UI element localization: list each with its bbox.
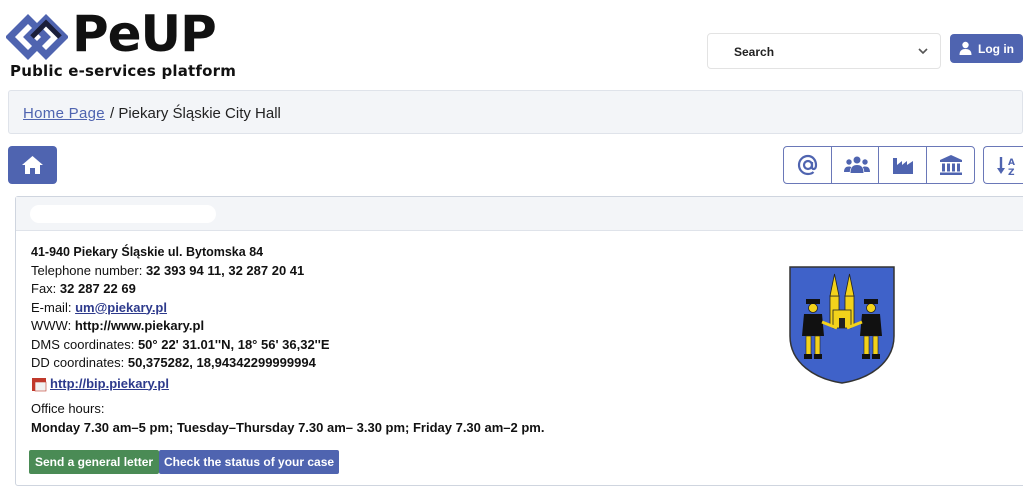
office-address: 41-940 Piekary Śląskie ul. Bytomska 84 xyxy=(31,245,264,259)
login-button[interactable]: Log in xyxy=(950,34,1023,63)
www-label: WWW: xyxy=(31,318,72,333)
header: PeUP Public e-services platform Search L… xyxy=(0,0,1023,85)
industry-filter-button[interactable] xyxy=(879,147,927,183)
dd-row: DD coordinates: 50,375282, 18,9434229999… xyxy=(31,354,544,373)
login-label: Log in xyxy=(978,42,1014,56)
user-icon xyxy=(959,41,972,55)
logo[interactable]: PeUP Public e-services platform xyxy=(6,5,246,82)
phone-label: Telephone number: xyxy=(31,262,143,278)
home-icon xyxy=(22,156,43,174)
panel-header xyxy=(16,197,1023,231)
hours-label: Office hours: xyxy=(31,401,105,416)
breadcrumb-current: / Piekary Śląskie City Hall xyxy=(110,105,281,122)
check-case-status-button[interactable]: Check the status of your case xyxy=(159,450,340,474)
fax-label: Fax: xyxy=(31,281,57,296)
dms-row: DMS coordinates: 50° 22' 31.01''N, 18° 5… xyxy=(31,336,544,355)
bip-link[interactable]: http://bip.piekary.pl xyxy=(50,375,169,394)
breadcrumb: Home Page / Piekary Śląskie City Hall xyxy=(8,90,1023,134)
breadcrumb-home-link[interactable]: Home Page xyxy=(23,105,105,122)
fax-row: Fax: 32 287 22 69 xyxy=(31,280,544,299)
email-link[interactable]: um@piekary.pl xyxy=(75,300,167,315)
email-row: E-mail: um@piekary.pl xyxy=(31,299,544,318)
at-icon xyxy=(797,154,818,176)
logo-title: PeUP xyxy=(72,5,217,63)
coat-of-arms xyxy=(789,266,895,384)
email-filter-button[interactable] xyxy=(784,147,832,183)
office-details-panel: 41-940 Piekary Śląskie ul. Bytomska 84 T… xyxy=(15,196,1023,486)
phone-row: Telephone number: 32 393 94 11, 32 287 2… xyxy=(31,262,544,281)
email-label: E-mail: xyxy=(31,299,72,315)
sort-button[interactable]: A Z xyxy=(983,146,1023,184)
www-value: http://www.piekary.pl xyxy=(74,318,205,333)
chevron-down-icon xyxy=(918,48,928,55)
dms-value: 50° 22' 31.01''N, 18° 56' 36,32''E xyxy=(137,336,330,352)
office-info: 41-940 Piekary Śląskie ul. Bytomska 84 T… xyxy=(31,243,544,437)
svg-text:A: A xyxy=(1008,158,1015,168)
hours-value: Monday 7.30 am–5 pm; Tuesday–Thursday 7.… xyxy=(31,419,545,435)
sort-icon: A Z xyxy=(997,157,1015,177)
search-label: Search xyxy=(734,45,775,59)
logo-mark-icon xyxy=(6,14,68,60)
factory-icon xyxy=(893,158,913,174)
dms-label: DMS coordinates: xyxy=(31,336,135,352)
fax-value: 32 287 22 69 xyxy=(59,281,136,296)
filter-icon-bar xyxy=(783,146,975,184)
phone-value: 32 393 94 11, 32 287 20 41 xyxy=(145,262,305,278)
bip-row: http://bip.piekary.pl xyxy=(31,375,544,394)
redacted-title xyxy=(30,205,216,223)
search-select[interactable]: Search xyxy=(707,33,941,69)
svg-text:Z: Z xyxy=(1008,168,1015,177)
send-general-letter-button[interactable]: Send a general letter xyxy=(29,450,160,474)
institution-icon xyxy=(939,155,962,175)
users-icon xyxy=(843,156,870,173)
home-button[interactable] xyxy=(8,146,57,184)
dd-label: DD coordinates: xyxy=(31,355,125,370)
institution-filter-button[interactable] xyxy=(927,147,974,183)
www-row: WWW: http://www.piekary.pl xyxy=(31,317,544,336)
bip-icon xyxy=(32,377,47,392)
people-filter-button[interactable] xyxy=(832,147,879,183)
dd-value: 50,375282, 18,94342299999994 xyxy=(127,355,316,370)
logo-subtitle: Public e-services platform xyxy=(10,62,237,80)
